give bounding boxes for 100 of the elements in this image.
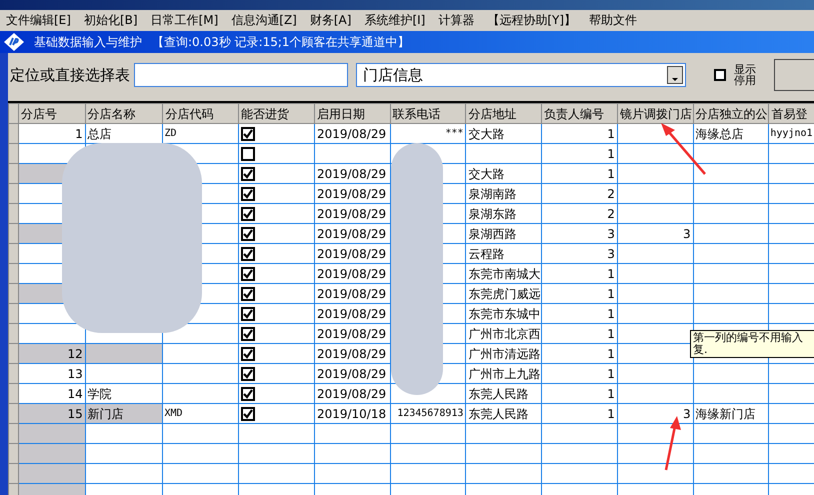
column-header: 分店独立的公 [693, 104, 769, 124]
table-cell: 东莞市东城中 [466, 304, 542, 324]
table-cell: 广州市上九路 [466, 364, 542, 384]
table-cell: 2019/08/29 [314, 304, 390, 324]
table-cell: 2019/08/29 [314, 224, 390, 244]
checkbox[interactable] [241, 126, 256, 140]
table-cell: 东莞虎门威远 [466, 284, 542, 304]
app-logo-icon [4, 33, 24, 51]
row-selector[interactable] [8, 224, 19, 244]
row-selector[interactable] [8, 324, 19, 344]
row-selector[interactable] [8, 464, 19, 484]
table-cell: 1 [542, 304, 618, 324]
menu-item[interactable]: 文件编辑[E] [6, 11, 71, 29]
table-cell: 2019/08/29 [314, 364, 390, 384]
row-selector[interactable] [8, 404, 19, 424]
table-cell: 东莞人民路 [466, 384, 542, 404]
checkbox[interactable] [241, 226, 256, 240]
table-cell: ZD [162, 124, 239, 144]
table-cell: XMD [162, 404, 239, 424]
menu-item[interactable]: 信息沟通[Z] [231, 11, 297, 29]
table-cell: 东莞人民路 [466, 404, 542, 424]
table-cell: 1 [542, 284, 618, 304]
menu-item[interactable]: 系统维护[I] [364, 11, 426, 29]
table-cell: 15 [18, 404, 86, 424]
column-header: 首易登 [768, 104, 814, 124]
toolbar-button[interactable] [774, 59, 814, 91]
checkbox[interactable] [241, 306, 256, 320]
menu-item[interactable]: 计算器 [438, 11, 474, 29]
row-selector[interactable] [8, 284, 19, 304]
menu-item[interactable]: 财务[A] [310, 11, 352, 29]
column-header: 启用日期 [314, 104, 390, 124]
table-cell: 13 [18, 364, 86, 384]
query-status: 【查询:0.03秒 记录:15;1个顾客在共享通道中】 [152, 34, 410, 51]
table-cell: 2019/08/29 [314, 184, 390, 204]
row-selector[interactable] [8, 364, 19, 384]
table-cell: 1 [542, 344, 618, 364]
row-selector[interactable] [8, 244, 19, 264]
table-cell: 2019/10/18 [314, 404, 390, 424]
table-cell: 3 [617, 224, 694, 244]
table-cell: 海缘新门店 [693, 404, 769, 424]
menu-item[interactable]: 日常工作[M] [150, 11, 218, 29]
table-cell: 2 [542, 184, 618, 204]
row-selector[interactable] [8, 124, 19, 144]
checkbox[interactable] [241, 346, 256, 360]
row-selector[interactable] [8, 304, 19, 324]
row-selector[interactable] [8, 144, 19, 164]
table-cell: 云程路 [466, 244, 542, 264]
table-cell: 2019/08/29 [314, 124, 390, 144]
table-cell: 2019/08/29 [314, 204, 390, 224]
table-cell: 1 [542, 124, 618, 144]
row-selector[interactable] [8, 204, 19, 224]
column-header: 分店号 [18, 104, 86, 124]
row-selector[interactable] [8, 264, 19, 284]
table-cell: 2019/08/29 [314, 244, 390, 264]
table-cell: 12 [18, 344, 86, 364]
menu-item[interactable]: 帮助文件 [589, 11, 638, 29]
show-disabled-label: 显示 [734, 64, 756, 75]
checkbox[interactable] [241, 286, 256, 300]
tooltip-text: 第一列的编号不用输入 [693, 332, 804, 344]
column-header: 能否进货 [238, 104, 314, 124]
column-header: 分店地址 [466, 104, 542, 124]
row-selector[interactable] [8, 184, 19, 204]
checkbox[interactable] [241, 266, 256, 280]
menu-item[interactable]: 【远程协助[Y]】 [487, 11, 576, 29]
checkbox[interactable] [241, 406, 256, 420]
row-selector[interactable] [8, 384, 19, 404]
table-cell: 泉湖西路 [466, 224, 542, 244]
table-cell: 泉湖南路 [466, 184, 542, 204]
row-selector[interactable] [8, 424, 19, 444]
menu-item[interactable]: 初始化[B] [84, 11, 138, 29]
table-cell: 2019/08/29 [314, 384, 390, 404]
row-selector[interactable] [8, 164, 19, 184]
show-disabled-label: 停用 [734, 75, 756, 86]
table-cell: 3 [542, 244, 618, 264]
checkbox[interactable] [241, 386, 256, 400]
checkbox[interactable] [241, 246, 256, 260]
table-cell: 2019/08/29 [314, 324, 390, 344]
checkbox[interactable] [241, 326, 256, 340]
table-cell: 1 [542, 324, 618, 344]
table-cell: 2 [542, 204, 618, 224]
table-cell: 交大路 [466, 164, 542, 184]
locate-input-field[interactable] [134, 63, 348, 87]
row-selector[interactable] [8, 344, 19, 364]
table-cell: 2019/08/29 [314, 164, 390, 184]
table-cell: 2019/08/29 [314, 344, 390, 364]
table-cell: 总店 [85, 124, 163, 144]
table-cell: 1 [18, 124, 86, 144]
column-header: 联系电话 [390, 104, 466, 124]
row-selector[interactable] [8, 444, 19, 464]
table-cell: 2019/08/29 [314, 264, 390, 284]
table-cell: 新门店 [85, 404, 163, 424]
checkbox[interactable] [241, 206, 256, 220]
checkbox[interactable] [241, 166, 256, 180]
checkbox[interactable] [241, 366, 256, 380]
checkbox[interactable] [241, 146, 256, 160]
table-cell: 1 [542, 264, 618, 284]
checkbox[interactable] [241, 186, 256, 200]
table-select-dropdown[interactable]: 门店信息 [356, 63, 686, 87]
table-cell: 1 [542, 384, 618, 404]
table-cell: 广州市清远路 [466, 344, 542, 364]
